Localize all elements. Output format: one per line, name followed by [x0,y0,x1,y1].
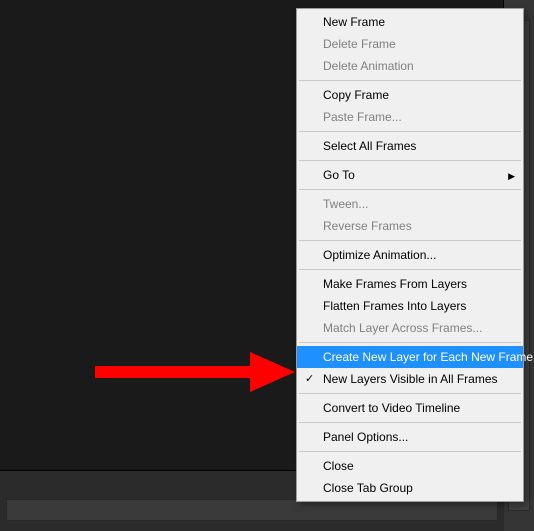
menu-separator [299,342,521,343]
menu-item-new-layers-visible-in-all-frames[interactable]: New Layers Visible in All Frames [297,368,523,390]
menu-item-label: Create New Layer for Each New Frame [323,350,533,364]
menu-item-label: Flatten Frames Into Layers [323,299,466,313]
menu-item-label: Select All Frames [323,139,416,153]
menu-item-label: Close Tab Group [323,481,413,495]
menu-item-label: Close [323,459,354,473]
menu-separator [299,189,521,190]
annotation-arrow-icon [95,352,295,392]
menu-separator [299,269,521,270]
menu-item-new-frame[interactable]: New Frame [297,11,523,33]
menu-separator [299,80,521,81]
menu-item-label: Paste Frame... [323,110,402,124]
menu-item-convert-to-video-timeline[interactable]: Convert to Video Timeline [297,397,523,419]
menu-item-label: Tween... [323,197,368,211]
menu-item-make-frames-from-layers[interactable]: Make Frames From Layers [297,273,523,295]
menu-item-label: Go To [323,168,355,182]
bottom-panel-well [6,499,498,521]
menu-item-label: New Layers Visible in All Frames [323,372,498,386]
app-canvas: New Frame Delete Frame Delete Animation Cop… [0,0,534,531]
panel-flyout-menu[interactable]: New Frame Delete Frame Delete Animation Cop… [296,8,524,502]
menu-item-close-tab-group[interactable]: Close Tab Group [297,477,523,499]
menu-item-label: Convert to Video Timeline [323,401,460,415]
menu-item-flatten-frames-into-layers[interactable]: Flatten Frames Into Layers [297,295,523,317]
menu-item-panel-options[interactable]: Panel Options... [297,426,523,448]
menu-item-match-layer-across-frames: Match Layer Across Frames... [297,317,523,339]
menu-item-label: Match Layer Across Frames... [323,321,482,335]
menu-item-label: New Frame [323,15,385,29]
menu-separator [299,422,521,423]
menu-item-select-all-frames[interactable]: Select All Frames [297,135,523,157]
menu-item-label: Delete Frame [323,37,396,51]
menu-item-close[interactable]: Close [297,455,523,477]
menu-item-label: Copy Frame [323,88,389,102]
menu-item-label: Reverse Frames [323,219,412,233]
menu-item-optimize-animation[interactable]: Optimize Animation... [297,244,523,266]
menu-item-label: Make Frames From Layers [323,277,467,291]
menu-separator [299,451,521,452]
menu-item-label: Panel Options... [323,430,408,444]
menu-separator [299,393,521,394]
menu-separator [299,240,521,241]
menu-item-tween: Tween... [297,193,523,215]
menu-separator [299,160,521,161]
menu-item-reverse-frames: Reverse Frames [297,215,523,237]
menu-item-label: Delete Animation [323,59,414,73]
menu-item-create-new-layer-for-each-new-frame[interactable]: Create New Layer for Each New Frame [297,346,523,368]
menu-item-delete-frame: Delete Frame [297,33,523,55]
menu-item-copy-frame[interactable]: Copy Frame [297,84,523,106]
menu-item-delete-animation: Delete Animation [297,55,523,77]
menu-item-go-to[interactable]: Go To [297,164,523,186]
menu-item-paste-frame: Paste Frame... [297,106,523,128]
menu-separator [299,131,521,132]
menu-item-label: Optimize Animation... [323,248,436,262]
